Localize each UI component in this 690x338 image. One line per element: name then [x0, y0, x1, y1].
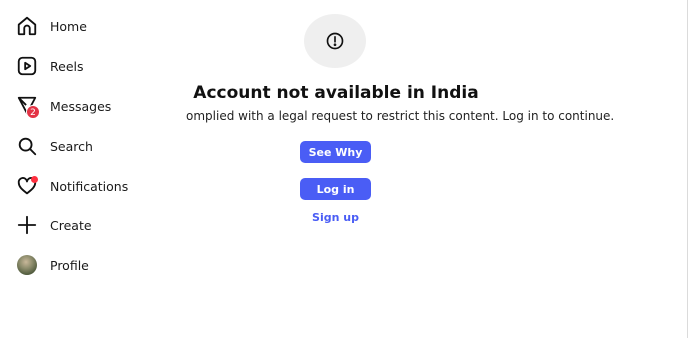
- sidebar-item-messages[interactable]: 2 Messages: [16, 91, 176, 121]
- profile-avatar-image: [17, 255, 37, 275]
- reels-icon: [16, 55, 38, 77]
- see-why-button[interactable]: See Why: [300, 141, 371, 163]
- sidebar-item-label: Messages: [50, 98, 112, 114]
- page-subtitle: omplied with a legal request to restrict…: [186, 109, 615, 123]
- main-content: Account not available in India omplied w…: [170, 0, 685, 338]
- sidebar-item-label: Create: [50, 217, 92, 233]
- heart-icon: [16, 175, 38, 197]
- notification-dot: [31, 176, 38, 183]
- sidebar: Home Reels 2 Messages Search Notificatio…: [0, 0, 185, 338]
- sidebar-item-label: Notifications: [50, 178, 129, 194]
- sidebar-item-home[interactable]: Home: [16, 11, 176, 41]
- sidebar-item-create[interactable]: Create: [16, 210, 176, 240]
- exclamation-circle-icon: [326, 32, 344, 50]
- alert-icon-circle: [304, 14, 366, 68]
- plus-icon: [16, 214, 38, 236]
- window-edge-divider: [687, 0, 688, 338]
- sidebar-item-profile[interactable]: Profile: [16, 250, 176, 280]
- messages-icon: 2: [16, 95, 40, 119]
- unread-badge: 2: [26, 105, 40, 119]
- sidebar-item-label: Profile: [50, 257, 89, 273]
- signup-link[interactable]: Sign up: [300, 211, 371, 224]
- sidebar-item-notifications[interactable]: Notifications: [16, 171, 176, 201]
- page: Home Reels 2 Messages Search Notificatio…: [0, 0, 690, 338]
- sidebar-item-search[interactable]: Search: [16, 131, 176, 161]
- search-icon: [16, 135, 38, 157]
- sidebar-item-label: Reels: [50, 58, 84, 74]
- sidebar-item-reels[interactable]: Reels: [16, 51, 176, 81]
- sidebar-item-label: Home: [50, 18, 87, 34]
- page-title: Account not available in India: [193, 83, 479, 103]
- sidebar-item-label: Search: [50, 138, 93, 154]
- avatar: [16, 254, 38, 276]
- login-button[interactable]: Log in: [300, 178, 371, 200]
- home-icon: [16, 15, 38, 37]
